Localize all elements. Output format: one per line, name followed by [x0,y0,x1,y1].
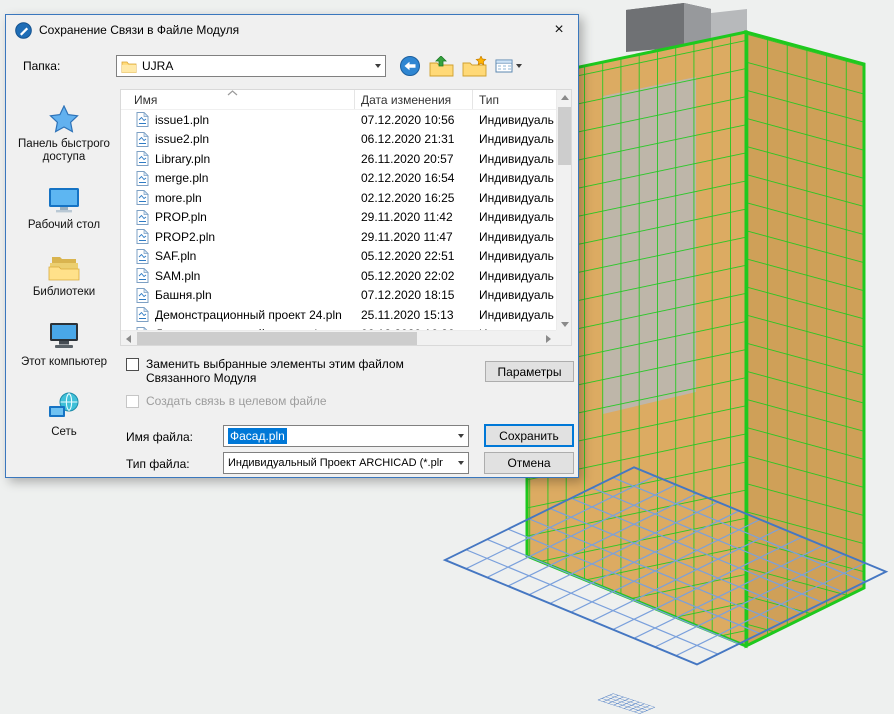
close-icon[interactable]: × [541,16,577,44]
scroll-right-icon[interactable] [541,331,556,346]
pln-file-icon [136,151,149,166]
replace-elements-label: Заменить выбранные элементы этим файлом … [146,357,456,385]
new-folder-button[interactable] [462,56,487,77]
pln-file-icon [136,288,149,303]
pln-file-icon [136,190,149,205]
folder-dropdown-arrow[interactable] [370,56,385,76]
filetype-value: Индивидуальный Проект ARCHICAD (*.pln) [228,457,443,469]
folder-up-icon [429,56,454,77]
cancel-button[interactable]: Отмена [484,452,574,474]
dialog-titlebar[interactable]: Сохранение Связи в Файле Модуля × [6,15,578,45]
filename-label: Имя файла: [126,430,193,444]
dialog-toolbar [399,55,522,77]
pln-file-icon [136,229,149,244]
column-header-date[interactable]: Дата изменения [355,90,473,109]
pln-file-icon [136,132,149,147]
pln-file-icon [136,249,149,264]
filename-dropdown-arrow[interactable] [453,426,468,446]
list-headers: Имя Дата изменения Тип [121,90,571,110]
file-list-panel: Имя Дата изменения Тип issue1.pln07.12.2… [120,89,572,346]
folder-row: Папка: UJRA [23,55,522,77]
sort-ascending-icon [227,90,238,96]
table-row[interactable]: Демонстрационный проект 24.pln25.11.2020… [121,305,571,325]
vertical-scrollbar[interactable] [556,90,571,332]
table-row[interactable]: PROP.pln29.11.2020 11:42Индивидуаль [121,208,571,228]
folder-combobox[interactable]: UJRA [116,55,386,77]
filetype-combobox[interactable]: Индивидуальный Проект ARCHICAD (*.pln) [223,452,469,474]
table-row[interactable]: issue2.pln06.12.2020 21:31Индивидуаль [121,130,571,150]
table-row[interactable]: issue1.pln07.12.2020 10:56Индивидуаль [121,110,571,130]
network-icon [47,392,81,421]
table-row[interactable]: Library.pln26.11.2020 20:57Индивидуаль [121,149,571,169]
folder-label: Папка: [23,59,116,73]
save-module-link-dialog: Сохранение Связи в Файле Модуля × Папка:… [5,14,579,478]
filename-value-selected: Фасад.pln [228,428,287,444]
filetype-dropdown-arrow[interactable] [453,453,468,473]
filetype-label: Тип файла: [126,457,190,471]
horizontal-scrollbar[interactable] [121,330,556,345]
filename-input[interactable]: Фасад.pln [223,425,469,447]
back-icon [399,55,421,77]
folder-icon [121,60,137,73]
table-row[interactable]: merge.pln02.12.2020 16:54Индивидуаль [121,169,571,189]
current-folder: UJRA [142,59,173,73]
scrollbar-corner [556,330,571,345]
scroll-left-icon[interactable] [121,331,136,346]
desktop-icon [47,187,81,214]
table-row[interactable]: SAF.pln05.12.2020 22:51Индивидуаль [121,247,571,267]
archicad-app-icon [15,22,32,39]
parameters-button[interactable]: Параметры [485,361,574,382]
sidebar-item-this-pc[interactable]: Этот компьютер [21,322,107,369]
save-button[interactable]: Сохранить [484,424,574,447]
archicad-3d-view: Сохранение Связи в Файле Модуля × Папка:… [0,0,894,714]
sidebar-item-libraries[interactable]: Библиотеки [33,255,95,299]
places-bar: Панель быстрого доступа Рабочий стол Биб… [10,89,118,439]
vertical-scroll-thumb[interactable] [558,107,571,165]
pln-file-icon [136,210,149,225]
checkbox-box-disabled [126,395,139,408]
pln-file-icon [136,307,149,322]
horizontal-scroll-thumb[interactable] [137,332,417,345]
new-folder-icon [462,56,487,77]
create-link-checkbox: Создать связь в целевом файле [126,394,327,408]
table-row[interactable]: more.pln02.12.2020 16:25Индивидуаль [121,188,571,208]
sidebar-item-desktop[interactable]: Рабочий стол [28,187,100,232]
dialog-title: Сохранение Связи в Файле Модуля [39,23,239,37]
back-button[interactable] [399,55,421,77]
computer-icon [47,322,81,351]
table-row[interactable]: PROP2.pln29.11.2020 11:47Индивидуаль [121,227,571,247]
pln-file-icon [136,268,149,283]
pln-file-icon [136,112,149,127]
view-menu-icon [495,58,513,74]
sidebar-item-quick-access[interactable]: Панель быстрого доступа [10,105,118,164]
file-rows: issue1.pln07.12.2020 10:56Индивидуаль is… [121,110,571,332]
create-link-label: Создать связь в целевом файле [146,394,327,408]
up-one-level-button[interactable] [429,56,454,77]
column-header-name[interactable]: Имя [121,90,355,109]
view-menu-button[interactable] [495,58,522,74]
replace-elements-checkbox[interactable]: Заменить выбранные элементы этим файлом … [126,357,456,385]
quick-access-star-icon [49,105,79,133]
view-menu-caret-icon [516,64,522,68]
table-row[interactable]: Башня.pln07.12.2020 18:15Индивидуаль [121,286,571,306]
checkbox-box[interactable] [126,358,139,371]
sidebar-item-network[interactable]: Сеть [47,392,81,439]
table-row[interactable]: SAM.pln05.12.2020 22:02Индивидуаль [121,266,571,286]
pln-file-icon [136,171,149,186]
libraries-icon [48,255,80,281]
scroll-up-icon[interactable] [557,90,572,105]
